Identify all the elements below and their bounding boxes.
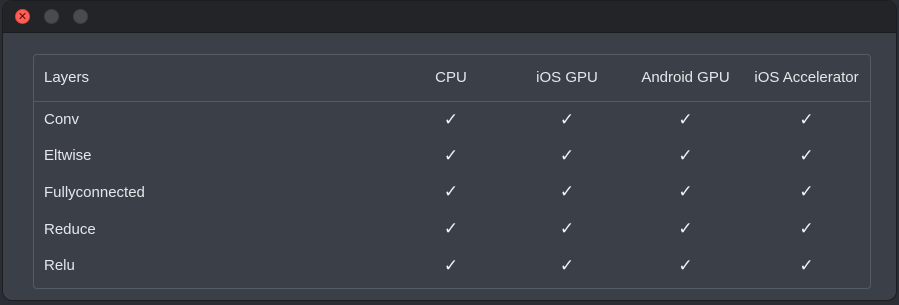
layer-name: Reduce <box>44 220 96 238</box>
checkmark-icon: ✓ <box>559 182 575 203</box>
minimize-button[interactable] <box>44 9 59 24</box>
checkmark-icon: ✓ <box>678 109 693 130</box>
checkmark-icon: ✓ <box>559 219 575 240</box>
layer-name: Relu <box>44 257 75 275</box>
checkmark-icon: ✓ <box>559 109 575 130</box>
column-header-android-gpu: Android GPU <box>641 69 730 87</box>
checkmark-icon: ✓ <box>559 255 575 276</box>
layer-name: Eltwise <box>44 147 92 165</box>
checkmark-icon: ✓ <box>443 182 459 203</box>
column-header-ios-accelerator: iOS Accelerator <box>754 69 859 87</box>
checkmark-icon: ✓ <box>678 182 693 203</box>
checkmark-icon: ✓ <box>799 255 814 276</box>
table-row: Relu ✓ ✓ ✓ ✓ <box>34 247 870 284</box>
table-row: Fullyconnected ✓ ✓ ✓ ✓ <box>34 174 870 211</box>
layer-support-table-panel: Layers CPU iOS GPU Android GPU iOS Accel… <box>33 54 871 289</box>
layer-support-table: Layers CPU iOS GPU Android GPU iOS Accel… <box>34 55 870 284</box>
checkmark-icon: ✓ <box>678 145 693 166</box>
checkmark-icon: ✓ <box>799 219 814 240</box>
checkmark-icon: ✓ <box>443 255 459 276</box>
checkmark-icon: ✓ <box>799 145 814 166</box>
app-window: ✕ Layers CPU iOS GPU Android GPU iOS Acc… <box>2 0 897 301</box>
column-header-layers: Layers <box>44 69 90 87</box>
checkmark-icon: ✓ <box>799 109 814 130</box>
layer-name: Fullyconnected <box>44 183 145 201</box>
checkmark-icon: ✓ <box>678 219 693 240</box>
table-row: Eltwise ✓ ✓ ✓ ✓ <box>34 138 870 175</box>
table-row: Conv ✓ ✓ ✓ ✓ <box>34 101 870 138</box>
title-bar: ✕ <box>3 1 896 33</box>
maximize-button[interactable] <box>73 9 88 24</box>
checkmark-icon: ✓ <box>799 182 814 203</box>
table-header-row: Layers CPU iOS GPU Android GPU iOS Accel… <box>34 55 870 101</box>
table-row: Reduce ✓ ✓ ✓ ✓ <box>34 211 870 248</box>
checkmark-icon: ✓ <box>443 219 459 240</box>
close-button[interactable]: ✕ <box>15 9 30 24</box>
checkmark-icon: ✓ <box>443 109 459 130</box>
checkmark-icon: ✓ <box>443 145 459 166</box>
column-header-cpu: CPU <box>435 69 467 87</box>
layer-name: Conv <box>44 111 80 129</box>
close-icon: ✕ <box>17 10 28 23</box>
column-header-ios-gpu: iOS GPU <box>536 69 598 87</box>
checkmark-icon: ✓ <box>678 255 693 276</box>
checkmark-icon: ✓ <box>559 145 575 166</box>
